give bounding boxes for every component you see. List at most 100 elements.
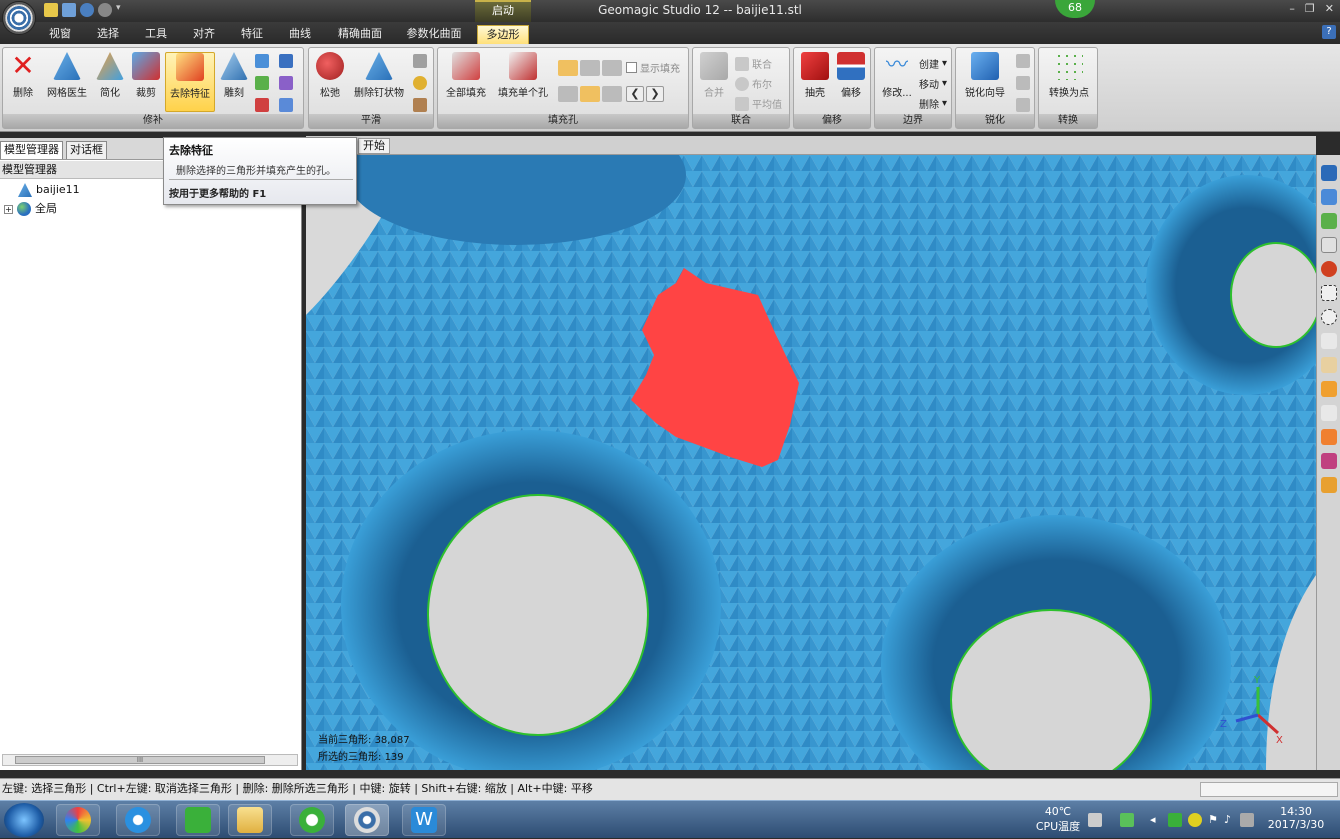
fill-flat-icon[interactable]	[602, 60, 622, 76]
trim-button[interactable]: 裁剪	[129, 52, 163, 112]
remove-spikes-button[interactable]: 删除钉状物	[351, 52, 407, 112]
view-fit-icon[interactable]	[1321, 213, 1337, 229]
flag-icon[interactable]: ⚑	[1208, 813, 1222, 827]
sphere-icon[interactable]	[413, 76, 427, 90]
view-cube-icon[interactable]	[1321, 165, 1337, 181]
edit-icon[interactable]	[279, 98, 293, 112]
offset-button[interactable]: 偏移	[834, 52, 868, 112]
start-button[interactable]	[4, 803, 44, 837]
checkbox-icon[interactable]	[626, 62, 637, 73]
tree-item-model[interactable]: baijie11	[18, 181, 80, 199]
clock[interactable]: 14:30 2017/3/30	[1258, 805, 1334, 831]
undo-icon[interactable]	[80, 3, 94, 17]
fill-boundary-icon[interactable]	[580, 86, 600, 102]
battery-icon[interactable]	[1120, 813, 1134, 827]
taskbar-app-w[interactable]: W	[402, 804, 446, 836]
security-icon[interactable]	[1188, 813, 1202, 827]
merge-button[interactable]: 合并	[697, 52, 731, 112]
notification-badge[interactable]: 68	[1055, 0, 1095, 18]
tab-polygons[interactable]: 多边形	[477, 25, 529, 44]
dots-icon[interactable]	[413, 54, 427, 68]
fill-tangent-icon[interactable]	[580, 60, 600, 76]
select-all-icon[interactable]	[1321, 453, 1337, 469]
taskbar-app-ie[interactable]	[116, 804, 160, 836]
delete-button[interactable]: ✕ 删除	[5, 52, 41, 112]
sandpaper-tool-icon[interactable]	[413, 98, 427, 112]
app-logo[interactable]	[2, 1, 36, 35]
fill-single-button[interactable]: 填充单个孔	[494, 52, 552, 112]
tab-model-manager[interactable]: 模型管理器	[0, 141, 63, 159]
paint-brush-icon[interactable]	[1321, 357, 1337, 373]
tab-dialog[interactable]: 对话框	[66, 141, 107, 159]
select-through-icon[interactable]	[1321, 405, 1337, 421]
restore-icon[interactable]: ❐	[1305, 2, 1315, 15]
fill-all-button[interactable]: 全部填充	[442, 52, 490, 112]
mesh-render[interactable]: Y X Z	[306, 155, 1316, 770]
close-icon[interactable]: ✕	[1325, 2, 1334, 15]
shield-icon[interactable]	[1168, 813, 1182, 827]
new-icon[interactable]	[44, 3, 58, 17]
custom-region-icon[interactable]	[1321, 381, 1337, 397]
tab-align[interactable]: 对齐	[186, 25, 222, 44]
help-icon[interactable]: ?	[1322, 25, 1336, 39]
sharpen-tool-2-icon[interactable]	[1016, 76, 1030, 90]
simplify-button[interactable]: 简化	[93, 52, 127, 112]
next-arrow-icon[interactable]: ❯	[646, 86, 664, 102]
sharpen-tool-1-icon[interactable]	[1016, 54, 1030, 68]
zoom-icon[interactable]	[1321, 237, 1337, 253]
fill-bridge-icon[interactable]	[602, 86, 622, 102]
sharpen-tool-3-icon[interactable]	[1016, 98, 1030, 112]
tab-curves[interactable]: 曲线	[282, 25, 318, 44]
keyboard-icon[interactable]	[1088, 813, 1102, 827]
create-boundary-button[interactable]: 创建 ▾	[919, 56, 947, 71]
mesh-doctor-button[interactable]: 网格医生	[43, 52, 91, 112]
redo-icon[interactable]	[98, 3, 112, 17]
modify-boundary-button[interactable]: 〰 修改...	[879, 52, 915, 112]
taskbar-app-iqiyi[interactable]	[176, 804, 220, 836]
remove-feature-button[interactable]: 去除特征	[165, 52, 215, 112]
sandpaper-icon[interactable]	[255, 76, 269, 90]
previous-arrow-icon[interactable]: ❮	[626, 86, 644, 102]
tab-select[interactable]: 选择	[90, 25, 126, 44]
rotate-icon[interactable]	[1321, 261, 1337, 277]
taskbar-app-geomagic[interactable]	[345, 804, 389, 836]
viewport-tab-start[interactable]: 开始	[358, 138, 390, 154]
clean-icon[interactable]	[255, 98, 269, 112]
horizontal-scrollbar[interactable]: III	[2, 754, 298, 766]
average-button[interactable]: 平均值	[735, 96, 782, 111]
3d-viewport[interactable]: Y X Z 当前三角形: 38,087 所选的三角形: 139	[306, 155, 1316, 770]
tab-parametric-surfaces[interactable]: 参数化曲面	[400, 25, 468, 44]
view-front-icon[interactable]	[1321, 189, 1337, 205]
boolean-button[interactable]: 布尔	[735, 76, 772, 91]
taskbar-app-1[interactable]	[56, 804, 100, 836]
convert-to-points-button[interactable]: 转换为点	[1043, 52, 1095, 112]
expand-tray-icon[interactable]: ◂	[1150, 813, 1164, 827]
select-none-icon[interactable]	[1321, 477, 1337, 493]
combine-button[interactable]: 联合	[735, 56, 772, 71]
select-visible-icon[interactable]	[1321, 429, 1337, 445]
tab-exact-surfaces[interactable]: 精确曲面	[332, 25, 388, 44]
relax-button[interactable]: 松弛	[313, 52, 347, 112]
delete-boundary-button[interactable]: 删除 ▾	[919, 96, 947, 111]
tree-item-global[interactable]: + 全局	[4, 200, 57, 218]
save-icon[interactable]	[62, 3, 76, 17]
network-icon[interactable]	[1240, 813, 1254, 827]
qat-dropdown-icon[interactable]: ▾	[116, 3, 124, 17]
fill-curvature-icon[interactable]	[558, 60, 578, 76]
cube-icon[interactable]	[279, 54, 293, 68]
minimize-icon[interactable]: –	[1289, 2, 1295, 15]
volume-icon[interactable]: ♪	[1224, 813, 1238, 827]
fill-triangle-icon[interactable]	[255, 54, 269, 68]
carve-button[interactable]: 雕刻	[217, 52, 251, 112]
taskbar-app-360[interactable]	[290, 804, 334, 836]
fill-internal-icon[interactable]	[558, 86, 578, 102]
defeature-icon[interactable]	[279, 76, 293, 90]
taskbar-app-explorer[interactable]	[228, 804, 272, 836]
sharpen-wizard-button[interactable]: 锐化向导	[960, 52, 1010, 112]
tab-tools[interactable]: 工具	[138, 25, 174, 44]
expand-icon[interactable]: +	[4, 204, 13, 214]
line-select-icon[interactable]	[1321, 333, 1337, 349]
move-boundary-button[interactable]: 移动 ▾	[919, 76, 947, 91]
tab-features[interactable]: 特征	[234, 25, 270, 44]
tab-view[interactable]: 视窗	[42, 25, 78, 44]
